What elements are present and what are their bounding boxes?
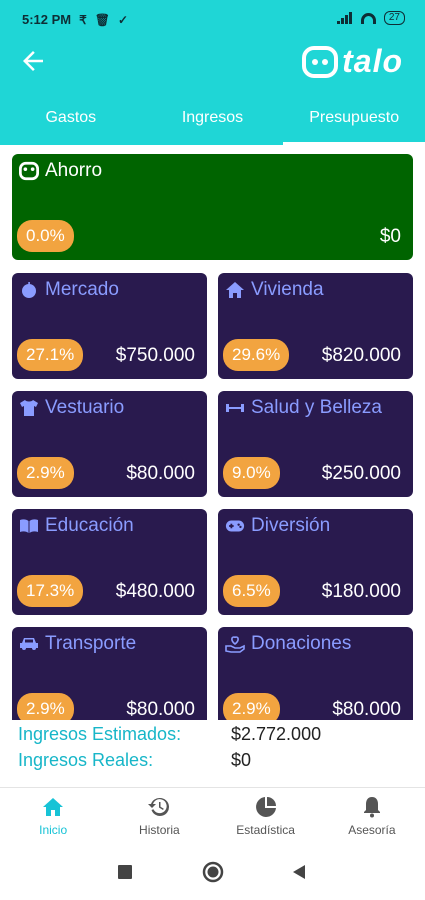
savings-percent: 0.0% (17, 220, 74, 252)
category-amount: $180.000 (321, 581, 401, 602)
savings-amount: $0 (379, 226, 401, 247)
check-icon: ✓ (118, 12, 129, 27)
category-amount: $80.000 (332, 699, 401, 720)
tab-ingresos[interactable]: Ingresos (142, 90, 284, 145)
category-title: Transporte (45, 633, 137, 654)
category-amount: $480.000 (115, 581, 195, 602)
home-icon (225, 280, 245, 300)
talo-logo-mark (302, 45, 339, 78)
budget-grid: Ahorro 0.0% $0 Mercado 27.1% $750.000 Vi… (0, 145, 425, 720)
nav-label: Historia (139, 823, 180, 837)
trash-icon: 🗑 (94, 12, 111, 27)
wifi-icon (360, 12, 376, 24)
nav-estadistica[interactable]: Estadística (213, 788, 319, 844)
car-icon (19, 634, 39, 654)
pie-chart-icon (255, 797, 276, 817)
category-card-donaciones[interactable]: Donaciones 2.9% $80.000 (218, 627, 413, 720)
app-header: talo Gastos Ingresos Presupuesto (0, 40, 425, 145)
category-card-salud-belleza[interactable]: Salud y Belleza 9.0% $250.000 (218, 391, 413, 497)
category-title: Vestuario (45, 397, 125, 418)
category-title: Diversión (251, 515, 331, 536)
real-income-value: $0 (231, 750, 252, 770)
savings-title: Ahorro (45, 160, 103, 181)
category-title: Salud y Belleza (251, 397, 382, 418)
logo-text: talo (342, 43, 403, 79)
status-time: 5:12 PM (22, 12, 72, 27)
category-title: Educación (45, 515, 134, 536)
nav-label: Asesoría (348, 823, 396, 837)
category-title: Vivienda (251, 279, 324, 300)
category-card-educacion[interactable]: Educación 17.3% $480.000 (12, 509, 207, 615)
nav-label: Inicio (39, 823, 68, 837)
bottom-nav: Inicio Historia Estadística Asesoría (0, 787, 425, 844)
nav-asesoria[interactable]: Asesoría (319, 788, 425, 844)
category-percent: 2.9% (17, 457, 74, 489)
talo-logo: talo (302, 43, 403, 80)
category-percent: 9.0% (223, 457, 280, 489)
history-icon (148, 797, 170, 816)
recents-button[interactable] (118, 865, 132, 884)
tab-bar: Gastos Ingresos Presupuesto (0, 90, 425, 145)
income-summary: Ingresos Estimados: $2.772.000 Ingresos … (0, 720, 425, 787)
savings-card[interactable]: Ahorro 0.0% $0 (12, 154, 413, 260)
estimated-income-label: Ingresos Estimados: (18, 724, 182, 744)
home-button[interactable] (202, 861, 224, 888)
back-button[interactable] (292, 864, 306, 885)
category-amount: $750.000 (115, 345, 195, 366)
talo-icon (19, 161, 39, 181)
bell-icon (363, 797, 380, 818)
apple-icon (19, 280, 39, 300)
status-bar: 5:12 PM ₹ 🗑 ✓ 27 (0, 0, 425, 40)
category-amount: $80.000 (126, 699, 195, 720)
category-percent: 6.5% (223, 575, 280, 607)
category-title: Donaciones (251, 633, 352, 654)
category-card-transporte[interactable]: Transporte 2.9% $80.000 (12, 627, 207, 720)
estimated-income-value: $2.772.000 (231, 724, 322, 744)
tab-gastos[interactable]: Gastos (0, 90, 142, 145)
nav-label: Estadística (236, 823, 295, 837)
battery-level: 27 (388, 12, 400, 23)
category-title: Mercado (45, 279, 119, 300)
category-percent: 29.6% (223, 339, 290, 371)
book-icon (19, 516, 39, 536)
category-amount: $820.000 (321, 345, 401, 366)
category-percent: 17.3% (17, 575, 84, 607)
signal-icon (336, 12, 353, 24)
back-arrow-icon[interactable] (18, 46, 48, 76)
nav-inicio[interactable]: Inicio (0, 788, 106, 844)
battery-icon: 27 (383, 11, 405, 25)
category-percent: 2.9% (223, 693, 280, 720)
category-percent: 2.9% (17, 693, 74, 720)
rupee-icon: ₹ (79, 12, 87, 27)
category-card-vivienda[interactable]: Vivienda 29.6% $820.000 (218, 273, 413, 379)
category-amount: $80.000 (126, 463, 195, 484)
shirt-icon (19, 398, 39, 418)
category-percent: 27.1% (17, 339, 84, 371)
home-icon (43, 798, 64, 816)
system-nav-bar (0, 844, 425, 900)
category-card-diversion[interactable]: Diversión 6.5% $180.000 (218, 509, 413, 615)
hand-heart-icon (225, 634, 245, 654)
category-card-vestuario[interactable]: Vestuario 2.9% $80.000 (12, 391, 207, 497)
category-card-mercado[interactable]: Mercado 27.1% $750.000 (12, 273, 207, 379)
category-amount: $250.000 (321, 463, 401, 484)
gamepad-icon (225, 516, 245, 536)
tab-presupuesto[interactable]: Presupuesto (283, 90, 425, 145)
real-income-label: Ingresos Reales: (18, 750, 154, 770)
dumbbell-icon (225, 398, 245, 418)
nav-historia[interactable]: Historia (106, 788, 212, 844)
